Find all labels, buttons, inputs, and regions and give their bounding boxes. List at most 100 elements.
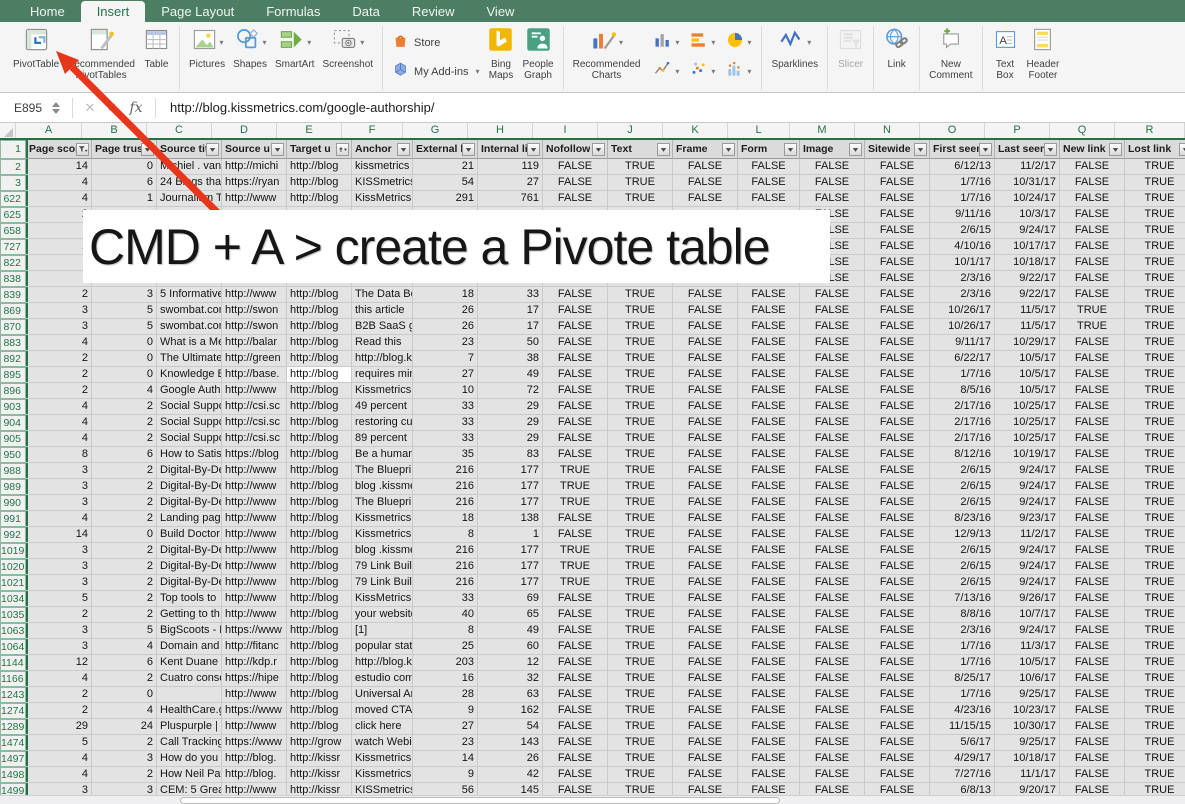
filter-icon[interactable] [1044,143,1057,156]
column-header-source-u[interactable]: Source u [222,140,287,159]
column-header-first-seen[interactable]: First seen [930,140,995,159]
cell[interactable]: FALSE [800,527,865,543]
ribbon-button-scatter-chart[interactable]: ▾ [684,57,720,86]
cell[interactable]: What is a Me [157,335,222,351]
cell[interactable]: Digital-By-De [157,479,222,495]
cell[interactable]: TRUE [1125,687,1185,703]
row-number[interactable]: 896 [0,383,26,399]
cell[interactable]: 2 [26,687,92,703]
cell[interactable]: Digital-By-De [157,575,222,591]
cell[interactable]: FALSE [1060,447,1125,463]
cell[interactable]: 11/5/17 [995,303,1060,319]
cell[interactable]: FALSE [865,159,930,175]
cell[interactable]: http://www [222,479,287,495]
cell[interactable]: 4 [26,511,92,527]
ribbon-button-combo-chart[interactable]: ▾ [720,57,756,86]
cell[interactable]: FALSE [673,751,738,767]
cell[interactable]: FALSE [673,511,738,527]
cell[interactable]: TRUE [1125,479,1185,495]
name-box-spinner[interactable] [52,102,60,114]
cell[interactable]: 11/1/17 [995,767,1060,783]
cell[interactable]: FALSE [865,591,930,607]
cell[interactable]: TRUE [1060,319,1125,335]
cell[interactable]: TRUE [608,335,673,351]
cell[interactable]: FALSE [543,639,608,655]
cell[interactable]: Knowledge B [157,367,222,383]
cell[interactable]: FALSE [865,223,930,239]
cell[interactable]: FALSE [738,351,800,367]
cell[interactable]: http://blog. [222,767,287,783]
cell[interactable]: TRUE [608,479,673,495]
cell[interactable]: 4 [26,751,92,767]
cell[interactable]: TRUE [608,767,673,783]
column-header-target-u[interactable]: Target u [287,140,352,159]
cell[interactable]: TRUE [1125,559,1185,575]
row-number[interactable]: 1498 [0,767,26,783]
cell[interactable]: FALSE [1060,735,1125,751]
tab-data[interactable]: Data [336,1,395,22]
cell[interactable]: TRUE [1125,703,1185,719]
cell[interactable]: FALSE [800,623,865,639]
cell[interactable]: 14 [413,751,478,767]
cell[interactable]: restoring cus [352,415,413,431]
cell[interactable]: FALSE [1060,703,1125,719]
cell[interactable]: TRUE [1125,639,1185,655]
cell[interactable]: http://blog [287,191,352,207]
enter-icon[interactable]: ✓ [101,100,123,116]
cell[interactable]: 162 [478,703,543,719]
cell[interactable]: TRUE [543,463,608,479]
cell[interactable]: The Ultimate [157,351,222,367]
cell[interactable]: 0 [92,351,157,367]
cell[interactable]: TRUE [608,447,673,463]
cell[interactable]: http://blog. [222,751,287,767]
row-number[interactable]: 992 [0,527,26,543]
cell[interactable]: http://balar [222,335,287,351]
cell[interactable]: 33 [478,287,543,303]
cell[interactable]: http://base. [222,367,287,383]
cell[interactable]: TRUE [1060,303,1125,319]
cell[interactable]: 32 [478,671,543,687]
cell[interactable]: Digital-By-De [157,543,222,559]
cell[interactable]: TRUE [1125,495,1185,511]
cell[interactable]: FALSE [738,447,800,463]
cell[interactable]: FALSE [800,335,865,351]
cell[interactable]: FALSE [1060,767,1125,783]
cell[interactable]: http://michi [222,159,287,175]
cell[interactable]: TRUE [608,719,673,735]
cell[interactable]: TRUE [608,287,673,303]
cell[interactable]: 2 [26,703,92,719]
cell[interactable]: 5 [92,303,157,319]
cell[interactable]: TRUE [608,319,673,335]
cell[interactable]: FALSE [800,751,865,767]
cell[interactable]: 72 [478,383,543,399]
row-number[interactable]: 1019 [0,543,26,559]
cell[interactable]: requires min [352,367,413,383]
cell[interactable]: TRUE [608,591,673,607]
cell[interactable]: 3 [92,287,157,303]
name-box[interactable]: E895 [0,101,52,115]
cell[interactable]: 8 [26,447,92,463]
cell[interactable]: 11/5/17 [995,319,1060,335]
cell[interactable]: 60 [478,639,543,655]
cell[interactable]: FALSE [738,735,800,751]
cell[interactable]: 40 [413,607,478,623]
column-header-text[interactable]: Text [608,140,673,159]
cell[interactable]: TRUE [543,575,608,591]
filter-icon[interactable] [1109,143,1122,156]
cell[interactable]: TRUE [1125,655,1185,671]
cell[interactable]: 9/22/17 [995,287,1060,303]
cell[interactable]: FALSE [865,511,930,527]
cell[interactable]: 17 [478,303,543,319]
cell[interactable]: FALSE [865,319,930,335]
cell[interactable]: FALSE [865,255,930,271]
row-number[interactable]: 1063 [0,623,26,639]
ribbon-button-bar-chart[interactable]: ▾ [684,28,720,57]
column-letter-a[interactable]: A [16,123,82,138]
cell[interactable]: FALSE [1060,575,1125,591]
cell[interactable]: http://blog [287,447,352,463]
cell[interactable]: FALSE [543,703,608,719]
filter-icon[interactable] [206,143,219,156]
cell[interactable]: http://kissr [287,751,352,767]
ribbon-button-sparklines[interactable]: ▾Sparklines [767,26,822,71]
row-number[interactable]: 895 [0,367,26,383]
